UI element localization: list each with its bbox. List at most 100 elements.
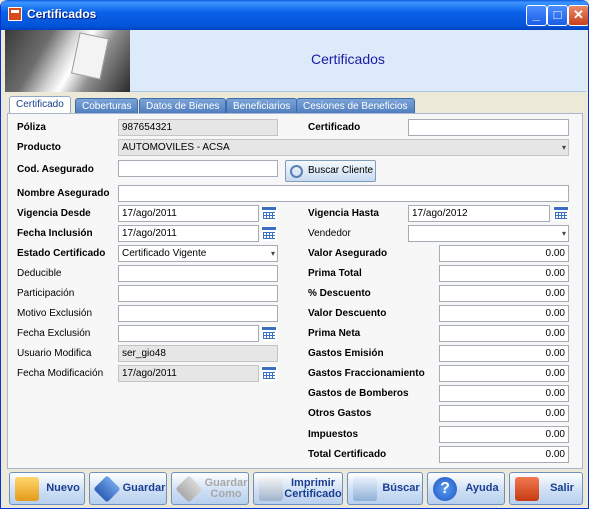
prima-neta-field[interactable]: 0.00 bbox=[439, 325, 569, 342]
certificados-window: Certificados _ □ ✕ Certificados Certific… bbox=[0, 0, 589, 509]
otros-gastos-field[interactable]: 0.00 bbox=[439, 405, 569, 422]
gastos-bomberos-label: Gastos de Bomberos bbox=[308, 388, 409, 399]
guardar-label: Guardar bbox=[122, 482, 166, 494]
impuestos-label: Impuestos bbox=[308, 429, 359, 440]
vigencia-desde-label: Vigencia Desde bbox=[17, 208, 91, 219]
valor-descuento-field[interactable]: 0.00 bbox=[439, 305, 569, 322]
app-icon bbox=[8, 7, 22, 21]
imprimir-certificado-button[interactable]: Imprimir Certificado bbox=[253, 472, 343, 505]
certificado-label: Certificado bbox=[308, 122, 361, 133]
chevron-down-icon: ▾ bbox=[270, 249, 275, 258]
valor-descuento-label: Valor Descuento bbox=[308, 308, 387, 319]
bottom-toolbar: Nuevo Guardar Guardar Como Imprimir Cert… bbox=[5, 470, 586, 506]
buscar-label: Búscar bbox=[382, 482, 420, 494]
fecha-exclusion-label: Fecha Exclusión bbox=[17, 328, 91, 339]
exit-icon bbox=[515, 477, 539, 501]
participacion-label: Participación bbox=[17, 288, 75, 299]
valor-asegurado-label: Valor Asegurado bbox=[308, 248, 388, 259]
gastos-emision-label: Gastos Emisión bbox=[308, 348, 384, 359]
vendedor-label: Vendedor bbox=[308, 228, 351, 239]
fecha-exclusion-field[interactable] bbox=[118, 325, 259, 342]
save-as-icon bbox=[175, 475, 203, 503]
estado-certificado-value: Certificado Vigente bbox=[122, 248, 207, 259]
tab-datos-de-bienes[interactable]: Datos de Bienes bbox=[139, 98, 227, 114]
ayuda-label: Ayuda bbox=[465, 482, 499, 494]
chevron-down-icon: ▾ bbox=[561, 143, 566, 152]
deducible-label: Deducible bbox=[17, 268, 62, 279]
maximize-icon: □ bbox=[553, 7, 562, 22]
calendar-icon[interactable] bbox=[261, 326, 277, 341]
producto-value: AUTOMOVILES - ACSA bbox=[122, 142, 230, 153]
buscar-button[interactable]: Búscar bbox=[347, 472, 423, 505]
otros-gastos-label: Otros Gastos bbox=[308, 408, 372, 419]
tab-beneficiarios[interactable]: Beneficiarios bbox=[226, 98, 298, 114]
ayuda-button[interactable]: ? Ayuda bbox=[427, 472, 505, 505]
gastos-fraccionamiento-field[interactable]: 0.00 bbox=[439, 365, 569, 382]
salir-button[interactable]: Salir bbox=[509, 472, 583, 505]
vigencia-hasta-label: Vigencia Hasta bbox=[308, 208, 379, 219]
nombre-asegurado-label: Nombre Asegurado bbox=[17, 188, 110, 199]
calendar-icon[interactable] bbox=[261, 206, 277, 221]
estado-certificado-label: Estado Certificado bbox=[17, 248, 106, 259]
fecha-modificacion-field: 17/ago/2011 bbox=[118, 365, 259, 382]
porcentaje-descuento-field[interactable]: 0.00 bbox=[439, 285, 569, 302]
motivo-exclusion-field[interactable] bbox=[118, 305, 278, 322]
calendar-icon[interactable] bbox=[261, 226, 277, 241]
total-certificado-label: Total Certificado bbox=[308, 449, 387, 460]
cod-asegurado-field[interactable] bbox=[118, 160, 278, 177]
poliza-field: 987654321 bbox=[118, 119, 278, 136]
save-icon bbox=[93, 475, 121, 503]
deducible-field[interactable] bbox=[118, 265, 278, 282]
usuario-modifica-label: Usuario Modifica bbox=[17, 348, 92, 359]
printer-icon bbox=[259, 477, 283, 501]
tab-coberturas[interactable]: Coberturas bbox=[75, 98, 139, 114]
imprimir-label: Imprimir Certificado bbox=[284, 476, 342, 500]
help-icon: ? bbox=[433, 477, 457, 501]
prima-neta-label: Prima Neta bbox=[308, 328, 361, 339]
prima-total-label: Prima Total bbox=[308, 268, 362, 279]
gastos-bomberos-field[interactable]: 0.00 bbox=[439, 385, 569, 402]
magnifier-icon bbox=[290, 165, 303, 178]
cod-asegurado-label: Cod. Asegurado bbox=[17, 164, 94, 175]
maximize-button[interactable]: □ bbox=[547, 5, 568, 26]
gastos-fraccionamiento-label: Gastos Fraccionamiento bbox=[308, 368, 425, 379]
impuestos-field[interactable]: 0.00 bbox=[439, 426, 569, 443]
fecha-inclusion-label: Fecha Inclusión bbox=[17, 228, 93, 239]
gastos-emision-field[interactable]: 0.00 bbox=[439, 345, 569, 362]
header-image bbox=[5, 30, 130, 92]
usuario-modifica-field: ser_gio48 bbox=[118, 345, 278, 362]
estado-certificado-select[interactable]: Certificado Vigente ▾ bbox=[118, 245, 278, 262]
nuevo-button[interactable]: Nuevo bbox=[9, 472, 85, 505]
nombre-asegurado-field[interactable] bbox=[118, 185, 569, 202]
fecha-inclusion-field[interactable]: 17/ago/2011 bbox=[118, 225, 259, 242]
producto-label: Producto bbox=[17, 142, 61, 153]
fecha-modificacion-label: Fecha Modificación bbox=[17, 368, 104, 379]
minimize-icon: _ bbox=[532, 7, 541, 22]
buscar-cliente-button[interactable]: Buscar Cliente bbox=[285, 160, 376, 182]
tab-cesiones-de-beneficios[interactable]: Cesiones de Beneficios bbox=[296, 98, 415, 114]
prima-total-field[interactable]: 0.00 bbox=[439, 265, 569, 282]
minimize-button[interactable]: _ bbox=[526, 5, 547, 26]
total-certificado-field[interactable]: 0.00 bbox=[439, 446, 569, 463]
certificado-field[interactable] bbox=[408, 119, 569, 136]
guardar-como-button[interactable]: Guardar Como bbox=[171, 472, 249, 505]
calendar-icon[interactable] bbox=[553, 206, 569, 221]
search-icon bbox=[353, 477, 377, 501]
participacion-field[interactable] bbox=[118, 285, 278, 302]
poliza-label: Póliza bbox=[17, 122, 46, 133]
chevron-down-icon: ▾ bbox=[561, 229, 566, 238]
guardar-como-label: Guardar Como bbox=[204, 476, 248, 500]
title-bar[interactable]: Certificados _ □ ✕ bbox=[1, 0, 588, 30]
guardar-button[interactable]: Guardar bbox=[89, 472, 167, 505]
vigencia-desde-field[interactable]: 17/ago/2011 bbox=[118, 205, 259, 222]
nuevo-label: Nuevo bbox=[46, 482, 80, 494]
vigencia-hasta-field[interactable]: 17/ago/2012 bbox=[408, 205, 550, 222]
vendedor-select[interactable]: ▾ bbox=[408, 225, 569, 242]
salir-label: Salir bbox=[550, 482, 574, 494]
calendar-icon[interactable] bbox=[261, 366, 277, 381]
porcentaje-descuento-label: % Descuento bbox=[308, 288, 371, 299]
valor-asegurado-field[interactable]: 0.00 bbox=[439, 245, 569, 262]
close-button[interactable]: ✕ bbox=[568, 5, 588, 26]
close-icon: ✕ bbox=[573, 7, 584, 22]
motivo-exclusion-label: Motivo Exclusión bbox=[17, 308, 93, 319]
